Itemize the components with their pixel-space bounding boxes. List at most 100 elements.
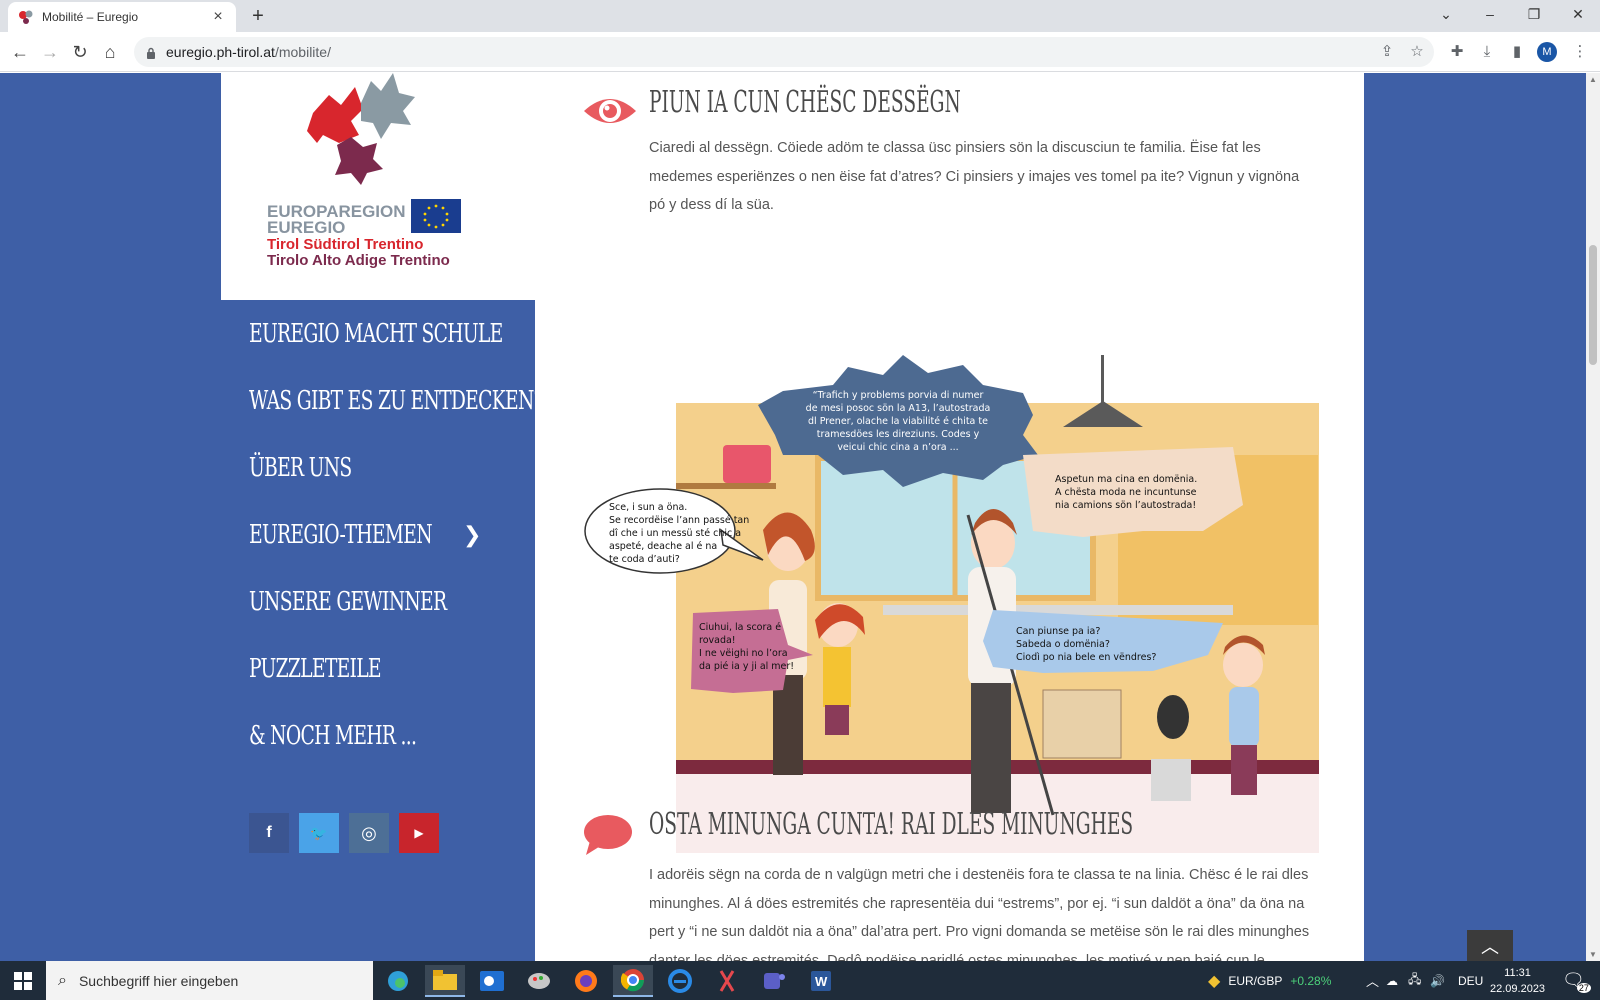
nav-item-puzzleteile[interactable]: PUZZLETEILE — [221, 635, 535, 702]
close-window-button[interactable]: ✕ — [1556, 0, 1600, 32]
bubble-right-line-3: nia camions sön l’autostrada! — [1055, 500, 1196, 511]
bubble-girl-line-3: I ne vëighi no l’ora — [699, 648, 788, 659]
url-host: euregio.ph-tirol.at — [166, 44, 275, 60]
bubble-right-line-2: A chësta moda ne incuntunse — [1055, 487, 1197, 498]
tab-search-icon[interactable]: ⌄ — [1424, 0, 1468, 32]
nav-item-label: & NOCH MEHR ... — [249, 720, 417, 751]
browser-toolbar: ← → ↻ ⌂ euregio.ph-tirol.at/mobilite/ ⇪ … — [0, 32, 1600, 72]
bubble-girl-line-1: Ciuhui, la scora é — [699, 622, 781, 633]
bubble-girl-line-4: da pié ia y ji al mer! — [699, 661, 794, 672]
tab-close-icon[interactable]: × — [210, 8, 226, 26]
reload-icon[interactable]: ↻ — [68, 40, 92, 64]
input-language[interactable]: DEU — [1458, 961, 1483, 1000]
forward-arrow-icon[interactable]: → — [38, 40, 62, 64]
search-icon: ⌕ — [58, 971, 67, 989]
clock-time: 11:31 — [1504, 966, 1531, 979]
nav-item-ueber-uns[interactable]: ÜBER UNS — [221, 434, 535, 501]
nav-item-euregio-macht-schule[interactable]: EUREGIO MACHT SCHULE — [221, 300, 535, 367]
show-hidden-icons[interactable]: ︿ — [1366, 961, 1379, 1000]
euregio-favicon-icon — [18, 9, 34, 25]
share-icon[interactable]: ⇪ — [1375, 40, 1399, 64]
chevron-right-icon[interactable]: ❯ — [463, 523, 481, 548]
social-links: f 🐦 ◎ ▶ — [249, 813, 439, 853]
nav-item-label: UNSERE GEWINNER — [249, 586, 447, 617]
clock[interactable]: 11:31 22.09.2023 — [1490, 961, 1545, 1000]
family-kitchen-illustration: “Trafich y problems porvia di numer de m… — [583, 355, 1319, 853]
site-logo[interactable]: EUROPAREGION EUREGIO Tirol Südtirol Tren… — [221, 73, 535, 300]
extensions-puzzle-icon[interactable]: ✚ — [1445, 40, 1469, 64]
main-navigation: EUREGIO MACHT SCHULE WAS GIBT ES ZU ENTD… — [221, 300, 544, 769]
nav-item-was-gibt-es[interactable]: WAS GIBT ES ZU ENTDECKEN? — [221, 367, 544, 434]
notification-center-icon[interactable]: 🗨 27 — [1562, 961, 1591, 1000]
bubble-left-line-4: aspeté, deache al é na — [609, 541, 717, 552]
bubble-left-line-5: te coda d’auti? — [609, 554, 680, 565]
word-icon[interactable]: W — [801, 965, 841, 997]
bubble-girl-line-2: rovada! — [699, 635, 736, 646]
nav-item-noch-mehr[interactable]: & NOCH MEHR ... — [221, 702, 535, 769]
section-text-dessegn: Ciaredi al dessëgn. Cöiede adöm te class… — [649, 140, 1300, 213]
search-placeholder: Suchbegriff hier eingeben — [78, 972, 239, 989]
lock-icon[interactable] — [146, 46, 156, 59]
menu-kebab-icon[interactable]: ⋮ — [1568, 40, 1592, 64]
scroll-to-top-button[interactable]: ︿ — [1467, 930, 1513, 965]
bubble-left-line-2: Se recordëise l’ann passé tan — [609, 515, 749, 526]
browser-tab[interactable]: Mobilité – Euregio × — [8, 2, 236, 32]
tab-strip: Mobilité – Euregio × + ⌄ – ❐ ✕ — [0, 0, 1600, 32]
side-panel-icon[interactable]: ▮ — [1505, 40, 1529, 64]
ticker-change: +0.28% — [1290, 973, 1332, 988]
url-path: /mobilite/ — [274, 44, 331, 60]
bubble-boy-line-3: Ciodì po nia bele en vëndres? — [1016, 652, 1156, 663]
bubble-left-line-1: Sce, i sun a öna. — [609, 502, 687, 513]
youtube-icon[interactable]: ▶ — [399, 813, 439, 853]
section-text-minunghes: I adorëis sëgn na corda de n valgügn met… — [649, 867, 1310, 961]
page-scrollbar[interactable]: ▲ ▼ — [1586, 73, 1600, 961]
logo-text-euregio: EUREGIO — [267, 218, 345, 237]
file-explorer-icon[interactable] — [425, 965, 465, 997]
profile-avatar[interactable]: M — [1537, 42, 1557, 62]
nav-item-label: PUZZLETEILE — [249, 653, 382, 684]
nav-item-euregio-themen[interactable]: EUREGIO-THEMEN ❯ — [221, 501, 535, 568]
scrollbar-thumb[interactable] — [1589, 245, 1597, 365]
web-page: EUROPAREGION EUREGIO Tirol Südtirol Tren… — [0, 73, 1586, 961]
twitter-icon[interactable]: 🐦 — [299, 813, 339, 853]
volume-icon[interactable]: 🔊 — [1430, 961, 1445, 1000]
outlook-icon[interactable] — [472, 965, 512, 997]
chrome-icon[interactable] — [613, 965, 653, 997]
download-icon[interactable]: ⤓ — [1475, 40, 1499, 64]
teams-icon[interactable] — [754, 965, 794, 997]
instagram-icon[interactable]: ◎ — [349, 813, 389, 853]
bubble-top-line-1: “Trafich y problems porvia di numer — [813, 390, 984, 401]
euregio-logo-graphic: EUROPAREGION EUREGIO Tirol Südtirol Tren… — [267, 73, 461, 269]
snipping-tool-icon[interactable] — [707, 965, 747, 997]
onedrive-cloud-icon[interactable]: ☁ — [1386, 961, 1398, 1000]
notification-count: 27 — [1576, 983, 1591, 993]
network-icon[interactable]: 🖧 — [1408, 961, 1421, 1000]
restore-button[interactable]: ❐ — [1512, 0, 1556, 32]
minimize-button[interactable]: – — [1468, 0, 1512, 32]
stock-ticker[interactable]: ◆ EUR/GBP +0.28% — [1208, 961, 1331, 1000]
nav-item-unsere-gewinner[interactable]: UNSERE GEWINNER — [221, 568, 535, 635]
bubble-top-line-4: tramesdöes les direziuns. Codes y — [817, 429, 980, 440]
back-arrow-icon[interactable]: ← — [8, 40, 32, 64]
firefox-icon[interactable] — [566, 965, 606, 997]
nav-item-label: EUREGIO-THEMEN — [249, 519, 433, 550]
currency-icon: ◆ — [1208, 972, 1221, 990]
facebook-icon[interactable]: f — [249, 813, 289, 853]
logo-text-tirol: Tirol Südtirol Trentino — [267, 236, 423, 253]
eye-icon — [582, 91, 638, 136]
bubble-left-line-3: dî che i un messü sté chic a — [609, 528, 741, 539]
section-heading-dessegn: PIUN IA CUN CHËSC DESSËGN — [649, 85, 961, 120]
home-icon[interactable]: ⌂ — [98, 40, 122, 64]
address-bar[interactable]: euregio.ph-tirol.at/mobilite/ — [134, 37, 1434, 67]
tab-title: Mobilité – Euregio — [42, 10, 139, 24]
scroll-up-icon[interactable]: ▲ — [1589, 75, 1597, 84]
paint-icon[interactable] — [519, 965, 559, 997]
scroll-down-icon[interactable]: ▼ — [1589, 950, 1597, 959]
taskbar-search-input[interactable]: ⌕ Suchbegriff hier eingeben — [46, 961, 373, 1000]
edge-browser-icon[interactable] — [378, 965, 418, 997]
internet-explorer-icon[interactable] — [660, 965, 700, 997]
windows-taskbar: ⌕ Suchbegriff hier eingeben W ◆ EUR/GBP … — [0, 961, 1600, 1000]
new-tab-button[interactable]: + — [246, 4, 270, 28]
bookmark-star-icon[interactable]: ☆ — [1405, 40, 1429, 64]
windows-start-icon[interactable] — [0, 961, 46, 1000]
